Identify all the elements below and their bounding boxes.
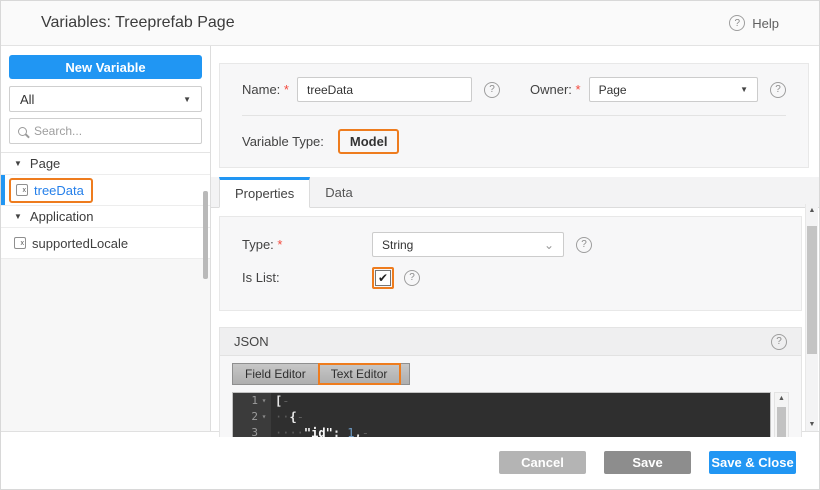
type-selected-value: String bbox=[382, 238, 413, 252]
type-select[interactable]: String ⌄ bbox=[372, 232, 564, 257]
model-variable-icon: x bbox=[14, 237, 26, 249]
page-title: Variables: Treeprefab Page bbox=[41, 14, 235, 32]
editor-mode-toggle: Field Editor Text Editor bbox=[232, 363, 410, 385]
type-help-icon[interactable]: ? bbox=[576, 237, 592, 253]
mode-toggle-filler bbox=[400, 364, 409, 384]
type-label: Type: * bbox=[242, 237, 372, 252]
save-button[interactable]: Save bbox=[604, 451, 691, 474]
name-input[interactable] bbox=[297, 77, 472, 102]
chevron-down-icon: ▼ bbox=[740, 85, 748, 94]
content-scrollbar[interactable]: ▲ ▼ bbox=[805, 204, 818, 431]
is-list-checkbox-highlight: ✔ bbox=[372, 267, 394, 289]
detail-tabs: Properties Data bbox=[211, 177, 819, 208]
variable-type-value-highlight: Model bbox=[338, 129, 400, 154]
dialog-footer: Cancel Save Save & Close bbox=[1, 431, 819, 489]
chevron-down-icon: ▼ bbox=[183, 95, 191, 104]
variable-summary-panel: Name: * ? Owner: * Page ▼ ? Variable Typ… bbox=[219, 63, 809, 168]
variables-sidebar: New Variable All ▼ ▼ Page x bbox=[1, 46, 211, 431]
variable-type-label: Variable Type: bbox=[242, 134, 324, 149]
content-scrollbar-thumb[interactable] bbox=[807, 226, 817, 354]
json-code-editor[interactable]: 1▾[-2▾··{-3····"id": 1,-4····"title": "1… bbox=[232, 392, 771, 437]
sidebar-scrollbar-thumb[interactable] bbox=[203, 191, 208, 279]
code-lines: 1▾[-2▾··{-3····"id": 1,-4····"title": "1… bbox=[233, 393, 770, 437]
filter-selected-value: All bbox=[20, 92, 34, 107]
field-editor-button[interactable]: Field Editor bbox=[233, 364, 319, 384]
new-variable-button[interactable]: New Variable bbox=[9, 55, 202, 79]
line-number: 2▾ bbox=[233, 409, 271, 425]
is-list-checkbox[interactable]: ✔ bbox=[375, 270, 391, 286]
name-help-icon[interactable]: ? bbox=[484, 82, 500, 98]
tree-group-application[interactable]: ▼ Application bbox=[1, 206, 210, 228]
help-icon: ? bbox=[729, 15, 745, 31]
variables-dialog: Variables: Treeprefab Page ? Help New Va… bbox=[0, 0, 820, 490]
code-line[interactable]: 3····"id": 1,- bbox=[233, 425, 770, 437]
cancel-button[interactable]: Cancel bbox=[499, 451, 586, 474]
collapse-caret-icon: ▼ bbox=[14, 159, 22, 168]
owner-select[interactable]: Page ▼ bbox=[589, 77, 758, 102]
properties-panel: Type: * String ⌄ ? Is List: ✔ ? bbox=[219, 216, 802, 311]
properties-tab-content: Type: * String ⌄ ? Is List: ✔ ? bbox=[211, 208, 819, 437]
json-panel: JSON ? Field Editor Text Editor 1▾[-2▾··… bbox=[219, 327, 802, 437]
search-input[interactable] bbox=[34, 124, 193, 138]
help-label: Help bbox=[752, 16, 779, 31]
text-editor-button[interactable]: Text Editor bbox=[319, 364, 401, 384]
name-label: Name: * bbox=[242, 82, 289, 97]
editor-scrollbar-thumb[interactable] bbox=[777, 407, 786, 437]
model-variable-icon: x bbox=[16, 184, 28, 196]
tree-item-treedata[interactable]: x treeData bbox=[1, 175, 210, 206]
fold-caret-icon: ▾ bbox=[260, 393, 268, 409]
save-and-close-button[interactable]: Save & Close bbox=[709, 451, 796, 474]
variable-filter-select[interactable]: All ▼ bbox=[9, 86, 202, 112]
code-line[interactable]: 1▾[- bbox=[233, 393, 770, 409]
divider bbox=[242, 115, 786, 116]
line-number: 1▾ bbox=[233, 393, 271, 409]
variables-tree: ▼ Page x treeData ▼ Application x s bbox=[1, 152, 210, 259]
collapse-caret-icon: ▼ bbox=[14, 212, 22, 221]
search-box[interactable] bbox=[9, 118, 202, 144]
scroll-up-icon[interactable]: ▲ bbox=[775, 393, 788, 405]
chevron-down-icon: ⌄ bbox=[544, 239, 554, 251]
owner-label: Owner: * bbox=[530, 82, 581, 97]
editor-scrollbar[interactable]: ▲ bbox=[774, 392, 789, 437]
dialog-header: Variables: Treeprefab Page ? Help bbox=[1, 1, 819, 46]
tab-properties[interactable]: Properties bbox=[219, 177, 310, 208]
is-list-help-icon[interactable]: ? bbox=[404, 270, 420, 286]
search-icon bbox=[18, 127, 27, 136]
tab-data[interactable]: Data bbox=[310, 177, 367, 207]
scroll-up-icon[interactable]: ▲ bbox=[806, 207, 818, 214]
owner-selected-value: Page bbox=[599, 83, 627, 97]
sidebar-filler bbox=[1, 259, 210, 431]
help-link[interactable]: ? Help bbox=[729, 15, 779, 31]
scroll-down-icon[interactable]: ▼ bbox=[806, 421, 818, 428]
owner-help-icon[interactable]: ? bbox=[770, 82, 786, 98]
json-help-icon[interactable]: ? bbox=[771, 334, 787, 350]
selected-item-highlight: x treeData bbox=[9, 178, 93, 203]
code-line[interactable]: 2▾··{- bbox=[233, 409, 770, 425]
tree-group-page[interactable]: ▼ Page bbox=[1, 153, 210, 175]
line-number: 3 bbox=[233, 425, 271, 437]
tree-item-supportedlocale[interactable]: x supportedLocale bbox=[1, 228, 210, 259]
is-list-label: Is List: bbox=[242, 270, 372, 285]
json-panel-title: JSON bbox=[234, 334, 269, 349]
fold-caret-icon: ▾ bbox=[260, 409, 268, 425]
variable-detail-pane: Name: * ? Owner: * Page ▼ ? Variable Typ… bbox=[211, 46, 819, 431]
